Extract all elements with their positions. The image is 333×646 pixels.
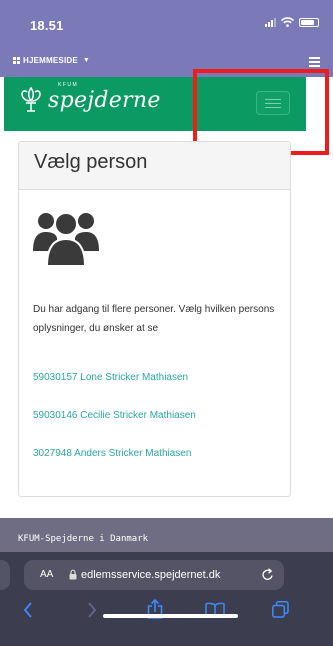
status-bar: 18.51 bbox=[0, 0, 333, 44]
person-link-cecilie[interactable]: 59030146 Cecilie Stricker Mathiasen bbox=[33, 410, 196, 421]
lock-icon bbox=[69, 569, 77, 580]
fleur-de-lis-icon bbox=[21, 87, 41, 112]
site-top-bar: HJEMMESIDE ▼ bbox=[0, 44, 333, 77]
forward-icon[interactable] bbox=[87, 602, 97, 618]
tabs-icon[interactable] bbox=[272, 601, 289, 618]
home-dropdown[interactable]: HJEMMESIDE ▼ bbox=[13, 56, 90, 65]
card-description: Du har adgang til flere personer. Vælg h… bbox=[33, 304, 275, 334]
status-icons bbox=[265, 17, 319, 27]
status-time: 18.51 bbox=[30, 18, 64, 33]
person-link-anders[interactable]: 3027948 Anders Stricker Mathiasen bbox=[33, 448, 191, 459]
wifi-icon bbox=[281, 17, 294, 27]
brand-small-text: KFUM bbox=[58, 81, 79, 88]
card-title: Vælg person bbox=[34, 151, 148, 173]
caret-down-icon: ▼ bbox=[82, 57, 91, 64]
previous-tab-pill[interactable] bbox=[0, 560, 10, 590]
home-label: HJEMMESIDE bbox=[23, 56, 78, 65]
select-person-card: Vælg person Du har adgang til flere pers… bbox=[18, 141, 291, 497]
text-size-button[interactable]: AA bbox=[40, 569, 53, 580]
site-footer: KFUM-Spejderne i Danmark bbox=[0, 518, 333, 552]
hamburger-icon[interactable] bbox=[256, 91, 290, 115]
brand-name: KFUM spejderne bbox=[48, 82, 161, 113]
browser-toolbar: AA edlemsservice.spejdernet.dk bbox=[0, 552, 333, 646]
brand-logo[interactable]: KFUM spejderne bbox=[20, 82, 161, 113]
signal-icon bbox=[265, 17, 276, 27]
brand-name-text: spejderne bbox=[48, 87, 161, 113]
phone-screen: 18.51 HJEMMESIDE ▼ KFUM spejderne Vælg p… bbox=[0, 0, 333, 646]
url-text: edlemsservice.spejdernet.dk bbox=[81, 569, 221, 581]
battery-icon bbox=[299, 17, 319, 27]
reload-icon[interactable] bbox=[262, 568, 274, 581]
home-indicator bbox=[103, 614, 238, 618]
card-header: Vælg person bbox=[19, 142, 290, 190]
back-icon[interactable] bbox=[23, 602, 33, 618]
navbar: KFUM spejderne bbox=[4, 77, 306, 131]
address-bar[interactable]: AA edlemsservice.spejdernet.dk bbox=[24, 560, 284, 590]
grid-icon bbox=[13, 57, 20, 64]
people-icon bbox=[33, 212, 99, 266]
footer-text: KFUM-Spejderne i Danmark bbox=[18, 534, 149, 544]
menu-icon[interactable] bbox=[309, 57, 320, 67]
person-link-lone[interactable]: 59030157 Lone Stricker Mathiasen bbox=[33, 372, 188, 383]
